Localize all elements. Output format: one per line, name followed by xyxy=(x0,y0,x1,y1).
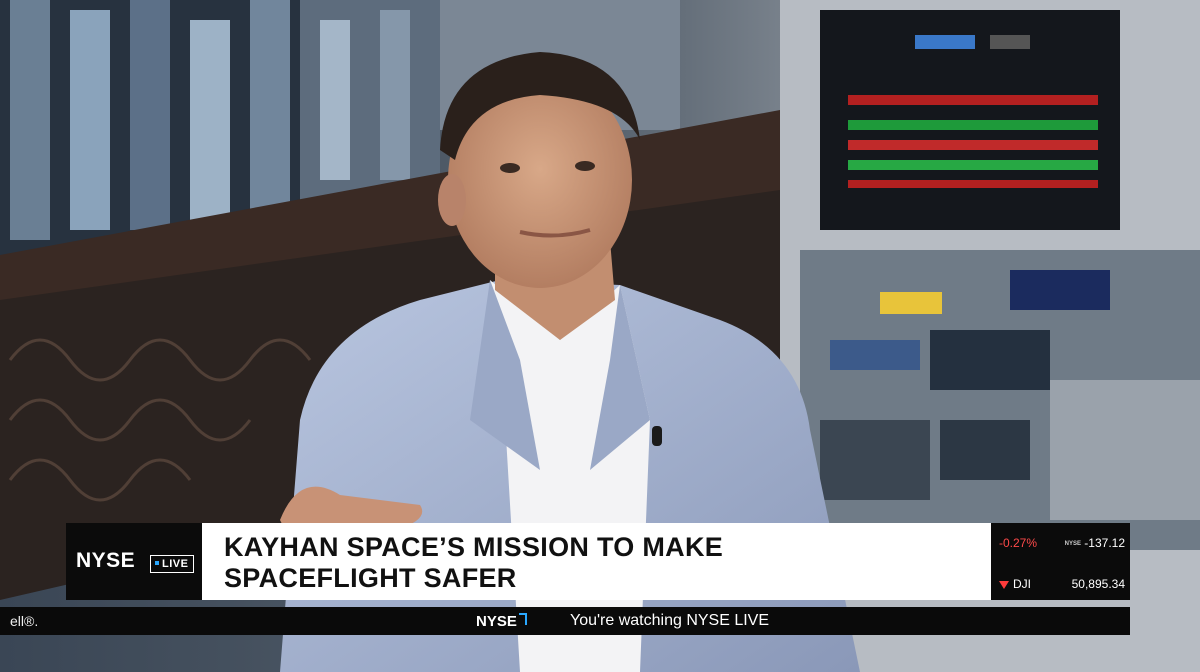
crawl-logo-text: NYSE xyxy=(476,613,517,630)
headline: KAYHAN SPACE’S MISSION TO MAKE SPACEFLIG… xyxy=(224,532,984,594)
headline-line-2: SPACEFLIGHT SAFER xyxy=(224,563,517,593)
ticker-row-2: DJI 50,895.34 xyxy=(999,576,1125,592)
ticker-mini-label: NYSE xyxy=(1064,540,1081,547)
live-label: LIVE xyxy=(162,558,189,570)
live-dot-icon xyxy=(155,561,159,566)
headline-box: KAYHAN SPACE’S MISSION TO MAKE SPACEFLIG… xyxy=(202,523,991,600)
ticker-symbol: DJI xyxy=(1013,577,1031,591)
crawl-bar: ell®. NYSE You're watching NYSE LIVE xyxy=(0,607,1130,635)
lower-third: NYSE LIVE KAYHAN SPACE’S MISSION TO MAKE… xyxy=(66,523,1130,600)
crawl-left-fragment: ell®. xyxy=(10,613,39,629)
headline-line-1: KAYHAN SPACE’S MISSION TO MAKE xyxy=(224,532,724,562)
down-arrow-icon xyxy=(999,580,1009,589)
crawl-nyse-logo: NYSE xyxy=(476,613,527,630)
nyse-live-logo: NYSE LIVE xyxy=(66,523,202,600)
ticker-index-value: 50,895.34 xyxy=(1071,577,1125,591)
ticker-row-1: -0.27% NYSE -137.12 xyxy=(999,535,1125,551)
crawl-text: You're watching NYSE LIVE xyxy=(570,612,770,629)
logo-accent-icon xyxy=(518,613,527,625)
live-badge: LIVE xyxy=(150,555,195,573)
nyse-logo-text: NYSE xyxy=(76,549,136,572)
ticker-points-change: -137.12 xyxy=(1084,536,1125,550)
market-ticker: -0.27% NYSE -137.12 DJI 50,895.34 xyxy=(991,523,1130,600)
ticker-change-percent: -0.27% xyxy=(999,536,1038,550)
